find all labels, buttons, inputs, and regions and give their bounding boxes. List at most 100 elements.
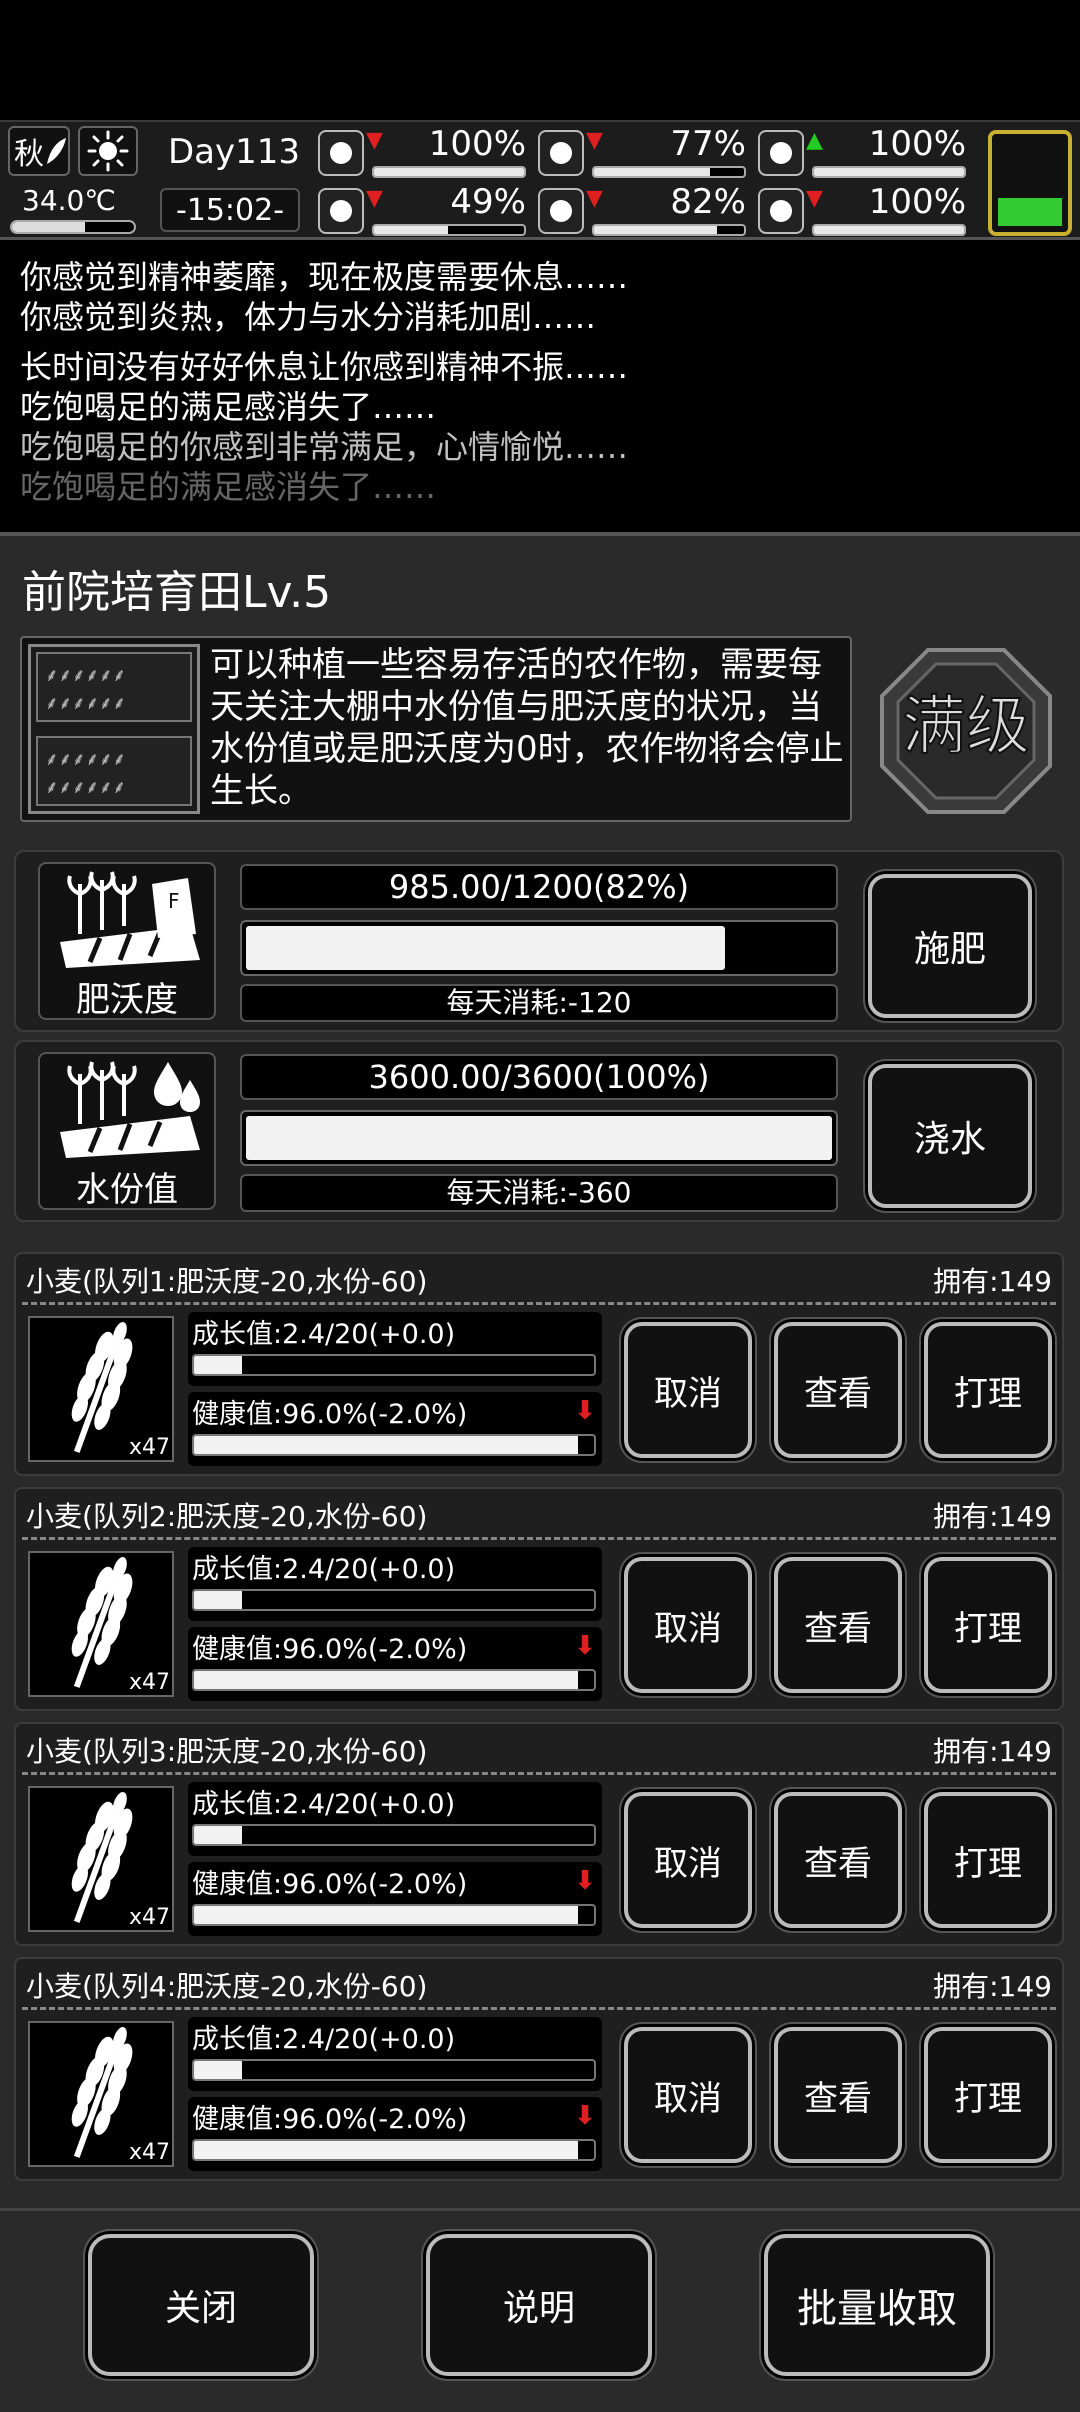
divider xyxy=(22,1302,1056,1305)
health-down-arrow-icon: ⬇ xyxy=(574,1866,596,1896)
water-button[interactable]: 浇水 xyxy=(868,1064,1032,1208)
growth-box: 成长值:2.4/20(+0.0) xyxy=(188,1782,602,1856)
wheat-icon: x47 xyxy=(28,1786,174,1932)
tend-button[interactable]: 打理 xyxy=(924,1557,1052,1693)
health-down-arrow-icon: ⬇ xyxy=(574,2101,596,2131)
view-button[interactable]: 查看 xyxy=(774,1557,902,1693)
growth-label: 成长值:2.4/20(+0.0) xyxy=(192,1554,456,1585)
tend-button[interactable]: 打理 xyxy=(924,1322,1052,1458)
leaf-icon xyxy=(47,138,66,164)
stat-value: 77% xyxy=(670,124,746,164)
growth-bar xyxy=(192,1354,596,1376)
fertilize-button[interactable]: 施肥 xyxy=(868,874,1032,1018)
message-log[interactable]: 你感觉到精神萎靡，现在极度需要休息…… 你感觉到炎热，体力与水分消耗加剧…… 长… xyxy=(0,245,1080,525)
svg-text:⸙⸙⸙⸙⸙⸙: ⸙⸙⸙⸙⸙⸙ xyxy=(45,777,126,798)
view-button[interactable]: 查看 xyxy=(774,2027,902,2163)
crop-owned-count: 拥有:149 xyxy=(933,1500,1052,1533)
sun-icon xyxy=(87,130,129,172)
log-line: 吃饱喝足的满足感消失了…… xyxy=(20,388,437,426)
growth-label: 成长值:2.4/20(+0.0) xyxy=(192,1789,456,1820)
cancel-button[interactable]: 取消 xyxy=(624,1557,752,1693)
jar-icon xyxy=(758,130,804,176)
stat-hunger[interactable]: ▼ 77% xyxy=(538,124,746,182)
cancel-button[interactable]: 取消 xyxy=(624,2027,752,2163)
view-button[interactable]: 查看 xyxy=(774,1792,902,1928)
close-button[interactable]: 关闭 xyxy=(88,2234,314,2376)
fertility-meter xyxy=(240,920,838,976)
crop-quantity: x47 xyxy=(128,1435,170,1460)
wheat-icon: x47 xyxy=(28,1551,174,1697)
crop-queue-list[interactable]: 小麦(队列1:肥沃度-20,水份-60) 拥有:149 x47 成长值:2.4/20(… xyxy=(0,1240,1080,2205)
health-box: 健康值:96.0%(-2.0%) ⬇ xyxy=(188,1627,602,1701)
svg-text:F: F xyxy=(168,889,180,913)
crop-owned-count: 拥有:149 xyxy=(933,1735,1052,1768)
wheat-icon: x47 xyxy=(28,1316,174,1462)
health-label: 健康值:96.0%(-2.0%) xyxy=(192,1634,468,1665)
wheat-icon: x47 xyxy=(28,2021,174,2167)
health-bar xyxy=(192,2139,596,2161)
stat-thirst[interactable]: ▼ 82% xyxy=(538,182,746,240)
growth-bar xyxy=(192,1589,596,1611)
health-down-arrow-icon: ⬇ xyxy=(574,1631,596,1661)
game-screen: 秋 34.0℃ Day113 -15:02- ▼ 100% ▼ 77% ▲ 100% ▼ 49… xyxy=(0,0,1080,2412)
stat-value: 82% xyxy=(670,182,746,222)
crop-quantity: x47 xyxy=(128,1905,170,1930)
growth-box: 成长值:2.4/20(+0.0) xyxy=(188,2017,602,2091)
help-button[interactable]: 说明 xyxy=(426,2234,652,2376)
stat-value: 100% xyxy=(428,124,526,164)
field-description: 可以种植一些容易存活的农作物，需要每天关注大棚中水份值与肥沃度的状况，当水份值或… xyxy=(210,645,844,811)
cancel-button[interactable]: 取消 xyxy=(624,1792,752,1928)
crop-queue-title: 小麦(队列4:肥沃度-20,水份-60) xyxy=(26,1970,428,2003)
battery-indicator[interactable] xyxy=(988,130,1072,236)
stat-bar xyxy=(592,224,746,236)
fertility-consumption: 每天消耗:-120 xyxy=(240,984,838,1022)
health-label: 健康值:96.0%(-2.0%) xyxy=(192,1869,468,1900)
status-bar: 秋 34.0℃ Day113 -15:02- ▼ 100% ▼ 77% ▲ 100% ▼ 49… xyxy=(0,120,1080,240)
log-line: 你感觉到炎热，体力与水分消耗加剧…… xyxy=(20,298,597,336)
health-bar xyxy=(192,1434,596,1456)
trend-down-icon: ▼ xyxy=(366,128,383,153)
health-box: 健康值:96.0%(-2.0%) ⬇ xyxy=(188,1392,602,1466)
day-label: Day113 xyxy=(168,132,301,172)
stat-value: 100% xyxy=(868,124,966,164)
tend-button[interactable]: 打理 xyxy=(924,1792,1052,1928)
growth-box: 成长值:2.4/20(+0.0) xyxy=(188,1547,602,1621)
stat-stamina[interactable]: ▼ 49% xyxy=(318,182,526,240)
season-label: 秋 xyxy=(14,137,44,172)
cancel-button[interactable]: 取消 xyxy=(624,1322,752,1458)
crop-quantity: x47 xyxy=(128,2140,170,2165)
field-title: 前院培育田Lv.5 xyxy=(22,567,332,618)
crop-queue-card: 小麦(队列2:肥沃度-20,水份-60) 拥有:149 x47 成长值:2.4/20(… xyxy=(14,1487,1064,1711)
crop-queue-title: 小麦(队列3:肥沃度-20,水份-60) xyxy=(26,1735,428,1768)
log-line: 你感觉到精神萎靡，现在极度需要休息…… xyxy=(20,258,629,296)
crop-field-image: ⸙⸙⸙⸙⸙⸙ ⸙⸙⸙⸙⸙⸙ ⸙⸙⸙⸙⸙⸙ ⸙⸙⸙⸙⸙⸙ xyxy=(28,644,200,814)
stat-spirit[interactable]: ▼ 100% xyxy=(758,182,966,240)
svg-text:⸙⸙⸙⸙⸙⸙: ⸙⸙⸙⸙⸙⸙ xyxy=(45,693,126,714)
stat-bar xyxy=(812,166,966,178)
trend-down-icon: ▼ xyxy=(586,128,603,153)
stat-mood[interactable]: ▲ 100% xyxy=(758,124,966,182)
crop-queue-card: 小麦(队列3:肥沃度-20,水份-60) 拥有:149 x47 成长值:2.4/20(… xyxy=(14,1722,1064,1946)
svg-text:⸙⸙⸙⸙⸙⸙: ⸙⸙⸙⸙⸙⸙ xyxy=(45,665,126,686)
heart-icon xyxy=(758,188,804,234)
crop-owned-count: 拥有:149 xyxy=(933,1265,1052,1298)
health-bar xyxy=(192,1904,596,1926)
health-bar xyxy=(192,1669,596,1691)
water-meter xyxy=(240,1110,838,1166)
stat-value: 100% xyxy=(868,182,966,222)
harvest-all-button[interactable]: 批量收取 xyxy=(764,2234,990,2376)
max-level-badge: 满级 xyxy=(878,646,1054,816)
stat-health[interactable]: ▼ 100% xyxy=(318,124,526,182)
trend-down-icon: ▼ xyxy=(586,186,603,211)
growth-bar xyxy=(192,2059,596,2081)
water-consumption: 每天消耗:-360 xyxy=(240,1174,838,1212)
stomach-icon xyxy=(538,130,584,176)
stat-bar xyxy=(372,166,526,178)
season-badge: 秋 xyxy=(8,126,70,176)
tend-button[interactable]: 打理 xyxy=(924,2027,1052,2163)
view-button[interactable]: 查看 xyxy=(774,1322,902,1458)
trend-down-icon: ▼ xyxy=(366,186,383,211)
health-down-arrow-icon: ⬇ xyxy=(574,1396,596,1426)
crop-queue-card: 小麦(队列4:肥沃度-20,水份-60) 拥有:149 x47 成长值:2.4/20(… xyxy=(14,1957,1064,2181)
stat-bar xyxy=(372,224,526,236)
